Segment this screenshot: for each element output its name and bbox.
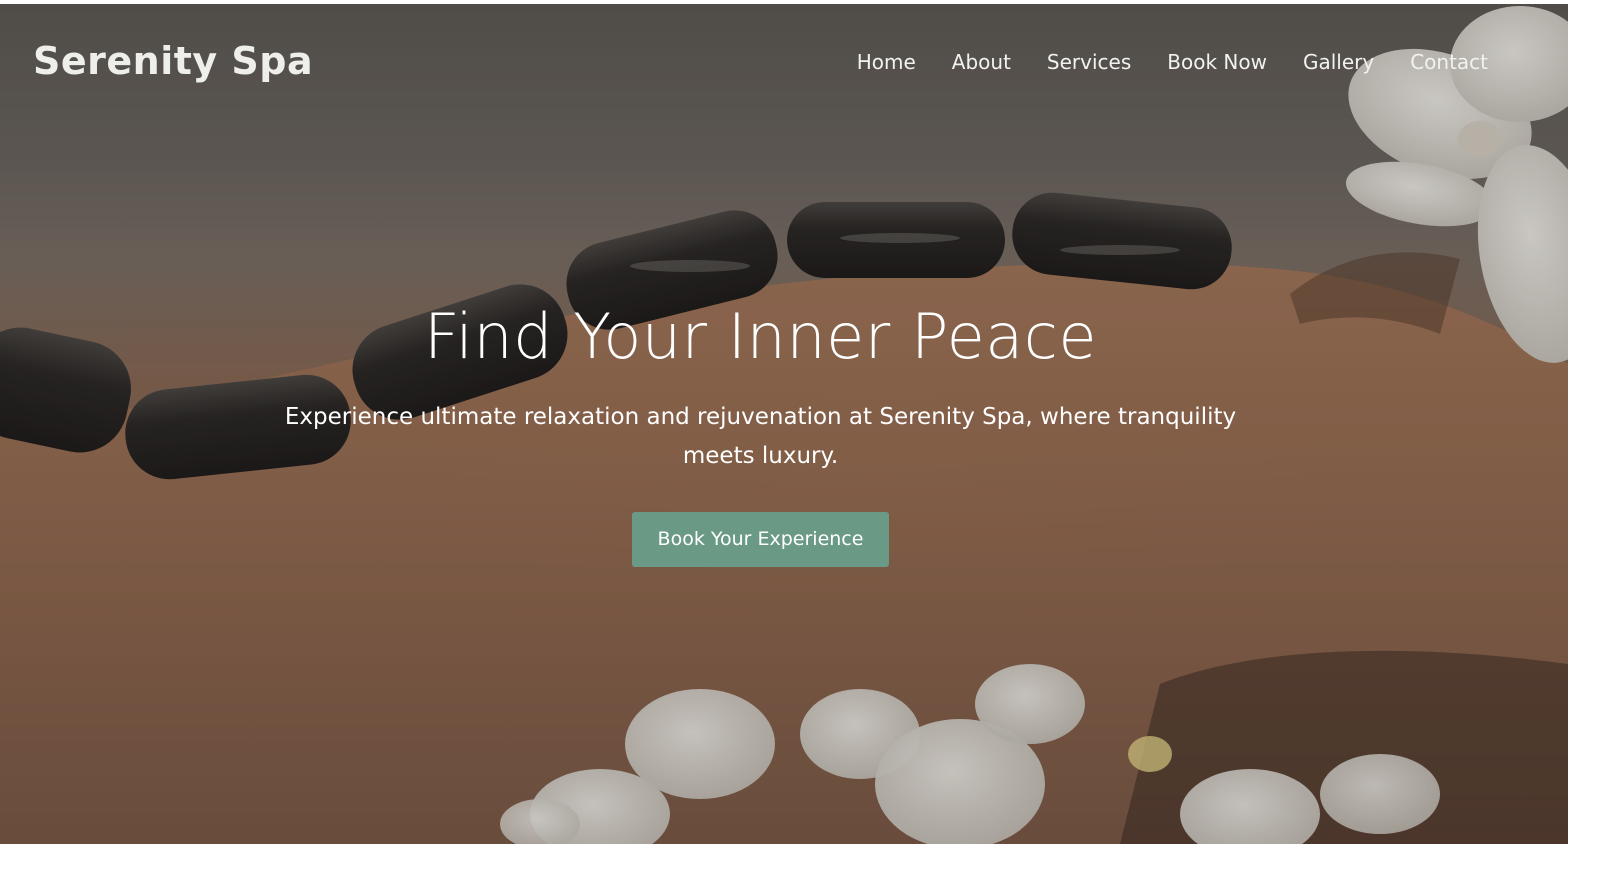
hero-headline: Find Your Inner Peace	[423, 300, 1098, 373]
nav-link-contact[interactable]: Contact	[1410, 50, 1488, 74]
hero-subtitle: Experience ultimate relaxation and rejuv…	[284, 404, 1237, 469]
nav-link-services[interactable]: Services	[1047, 50, 1131, 74]
book-experience-button[interactable]: Book Your Experience	[632, 512, 889, 567]
nav-link-about[interactable]: About	[952, 50, 1011, 74]
hero-content: Find Your Inner Peace Experience ultimat…	[0, 296, 1521, 567]
nav-links: Home About Services Book Now Gallery Con…	[821, 50, 1488, 74]
navbar: Serenity Spa Home About Services Book No…	[0, 4, 1568, 120]
hero-section: Serenity Spa Home About Services Book No…	[0, 4, 1568, 844]
nav-link-home[interactable]: Home	[857, 50, 916, 74]
nav-link-gallery[interactable]: Gallery	[1303, 50, 1374, 74]
nav-link-book-now[interactable]: Book Now	[1167, 50, 1267, 74]
brand-logo[interactable]: Serenity Spa	[33, 39, 313, 83]
page: Serenity Spa Home About Services Book No…	[0, 0, 1617, 870]
